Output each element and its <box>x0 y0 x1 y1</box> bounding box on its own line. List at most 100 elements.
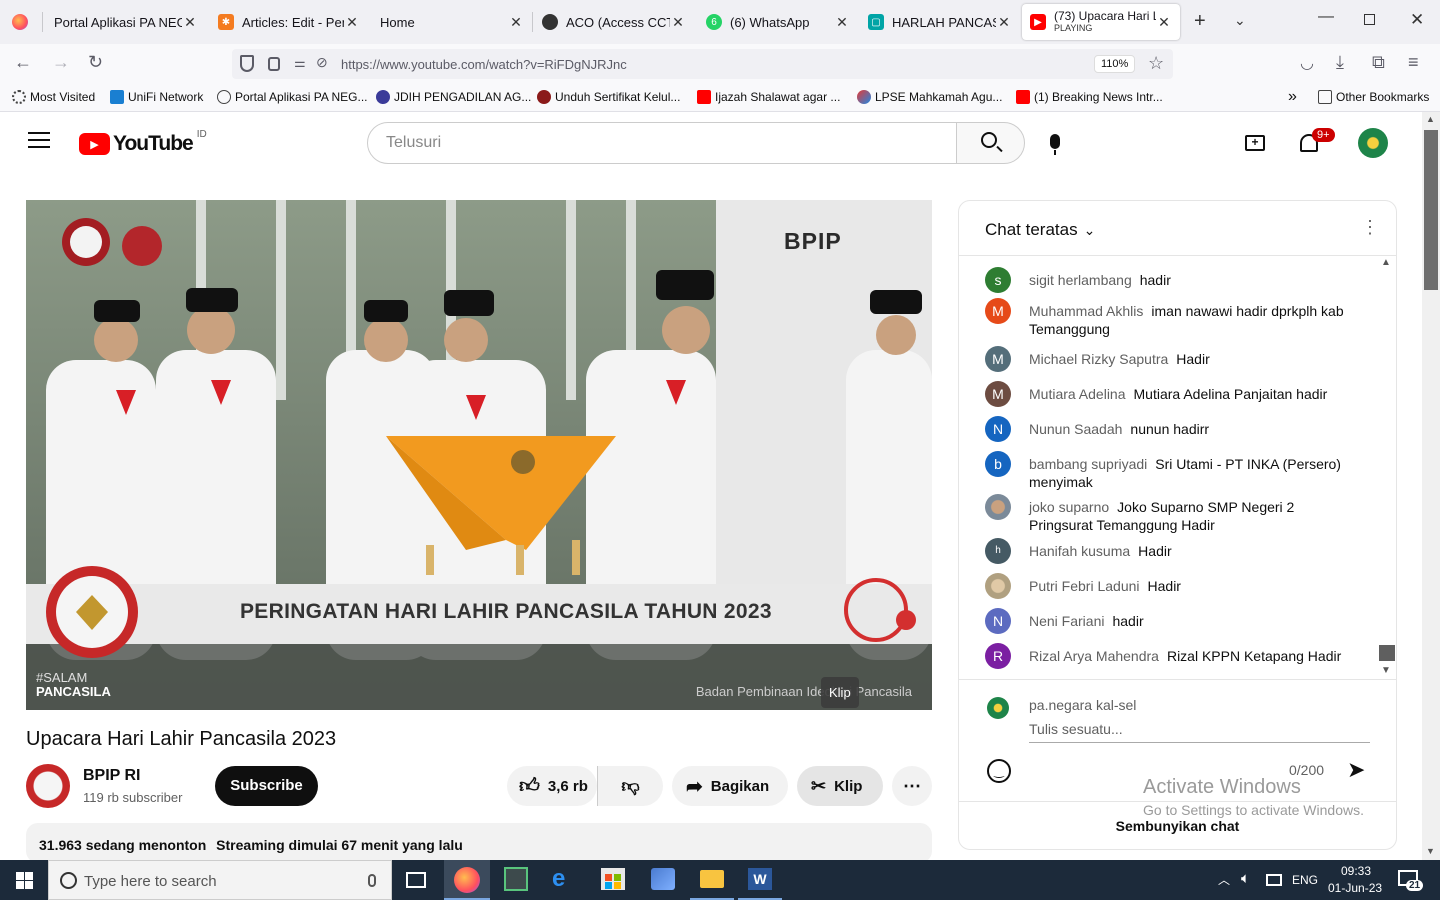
close-icon[interactable]: ✕ <box>996 14 1012 31</box>
close-icon[interactable]: ✕ <box>670 14 686 31</box>
reload-icon[interactable]: ↻ <box>88 52 103 73</box>
create-video-icon[interactable]: + <box>1245 135 1265 151</box>
bookmark-unifi[interactable]: UniFi Network <box>110 90 203 104</box>
channel-avatar[interactable] <box>26 764 70 808</box>
network-icon[interactable] <box>1266 874 1282 886</box>
close-icon[interactable]: ✕ <box>182 14 198 31</box>
lock-icon[interactable] <box>268 57 280 71</box>
send-icon[interactable]: ➤ <box>1347 757 1365 783</box>
taskbar-word[interactable]: W <box>738 860 782 900</box>
close-icon[interactable]: ✕ <box>344 14 360 31</box>
show-hidden-icons-chevron[interactable]: ︿ <box>1218 871 1230 888</box>
taskbar-firefox-active[interactable] <box>444 860 490 900</box>
close-icon[interactable]: ✕ <box>1156 14 1172 31</box>
close-icon[interactable]: ✕ <box>834 14 850 31</box>
bookmark-breaking-news[interactable]: (1) Breaking News Intr... <box>1016 90 1163 104</box>
search-input[interactable]: Telusuri <box>367 122 957 164</box>
tab-aco-cctv[interactable]: ACO (Access CCTV ✕ <box>534 4 694 40</box>
extensions-icon[interactable]: ⧉ <box>1372 52 1385 73</box>
like-button[interactable]: 👍︎ 3,6 rb <box>507 766 597 806</box>
taskbar-explorer[interactable] <box>690 860 734 900</box>
network-app-icon[interactable] <box>651 868 675 890</box>
youtube-logo[interactable]: ▶ YouTube ID <box>79 129 207 156</box>
zoom-level-badge[interactable]: 110% <box>1094 55 1136 73</box>
taskbar-search-box[interactable]: Type here to search <box>48 860 392 900</box>
browser-tab-bar: Portal Aplikasi PA NEGARA ✕ ✱ Articles: … <box>0 0 1440 44</box>
volume-icon[interactable]: 🔈︎ <box>1241 870 1250 887</box>
other-bookmarks[interactable]: Other Bookmarks <box>1318 90 1429 104</box>
bookmark-portal-aplikasi[interactable]: Portal Aplikasi PA NEG... <box>217 90 368 104</box>
list-tabs-chevron-icon[interactable]: ⌄ <box>1234 12 1246 29</box>
more-bookmarks-chevron-icon[interactable]: » <box>1288 88 1297 106</box>
bookmark-unduh-sertifikat[interactable]: Unduh Sertifikat Kelul... <box>537 90 680 104</box>
subscribe-button[interactable]: Subscribe <box>215 766 318 806</box>
chat-message: R Rizal Arya Mahendra Rizal KPPN Ketapang… <box>985 643 1355 669</box>
bookmark-most-visited[interactable]: Most Visited <box>12 90 95 104</box>
folder-icon <box>700 870 724 888</box>
bookmark-ijazah-shalawat[interactable]: Ijazah Shalawat agar ... <box>697 90 840 104</box>
sublime-text-icon[interactable] <box>504 867 528 891</box>
permissions-icon[interactable]: ⚌ <box>294 55 306 71</box>
dislike-button[interactable]: 👎︎ <box>597 766 663 806</box>
avatar[interactable] <box>1358 128 1388 158</box>
url-bar[interactable]: ⚌ ⊘ https://www.youtube.com/watch?v=RiFD… <box>232 49 1173 79</box>
hide-chat-button[interactable]: Sembunyikan chat <box>959 818 1396 834</box>
chat-message: b bambang supriyadi Sri Utami - PT INKA (… <box>985 451 1355 491</box>
tab-portal-aplikasi[interactable]: Portal Aplikasi PA NEGARA ✕ <box>46 4 206 40</box>
chat-scroll-thumb[interactable] <box>1379 645 1395 661</box>
more-actions-button[interactable]: ⋯ <box>892 766 932 806</box>
bookmark-lpse[interactable]: LPSE Mahkamah Agu... <box>857 90 1002 104</box>
bookmark-star-icon[interactable]: ☆ <box>1148 53 1164 74</box>
restore-icon[interactable] <box>1364 14 1375 25</box>
pocket-icon[interactable]: ◡ <box>1300 53 1314 73</box>
my-avatar <box>987 697 1009 719</box>
microphone-icon[interactable] <box>1050 134 1060 149</box>
tab-upacara-active[interactable]: ▶ (73) Upacara Hari Lahir PLAYING ✕ <box>1022 4 1180 40</box>
emoji-icon[interactable]: ‿ <box>987 759 1011 783</box>
shield-icon[interactable] <box>240 55 254 72</box>
scroll-up-icon[interactable]: ▲ <box>1426 114 1435 124</box>
url-text[interactable]: https://www.youtube.com/watch?v=RiFDgNJR… <box>341 57 627 72</box>
chat-more-vertical-icon[interactable]: ⋮ <box>1361 217 1379 238</box>
page-scrollbar[interactable]: ▲ ▼ <box>1422 112 1440 860</box>
scroll-down-icon[interactable]: ▼ <box>1426 846 1435 856</box>
chat-scroll-up-icon[interactable]: ▲ <box>1381 257 1391 268</box>
chat-scroll-down-icon[interactable]: ▼ <box>1381 665 1391 676</box>
close-window-icon[interactable]: ✕ <box>1410 10 1424 30</box>
youtube-icon <box>697 90 711 104</box>
share-button[interactable]: ➦ Bagikan <box>672 766 788 806</box>
scroll-thumb[interactable] <box>1424 130 1438 290</box>
chat-header[interactable]: Chat teratas ⌄ <box>985 220 1095 240</box>
chat-input[interactable]: Tulis sesuatu... <box>1029 721 1370 743</box>
microphone-icon[interactable] <box>368 874 376 887</box>
tab-whatsapp[interactable]: 6 (6) WhatsApp ✕ <box>698 4 858 40</box>
new-tab-plus-icon[interactable]: + <box>1194 10 1206 33</box>
clock-date[interactable]: 01-Jun-23 <box>1328 881 1382 895</box>
app-menu-icon[interactable]: ≡ <box>1408 52 1419 73</box>
clock-time[interactable]: 09:33 <box>1341 864 1371 878</box>
clip-button[interactable]: ✂ Klip <box>797 766 883 806</box>
close-icon[interactable]: ✕ <box>508 14 524 31</box>
search-button[interactable] <box>956 122 1025 164</box>
task-view-icon[interactable] <box>406 872 426 888</box>
hamburger-menu-icon[interactable] <box>28 132 50 148</box>
language-indicator[interactable]: ENG <box>1292 873 1318 887</box>
windows-start-icon[interactable] <box>16 872 33 889</box>
minimize-icon[interactable]: — <box>1318 8 1334 26</box>
sertifikat-icon <box>537 90 551 104</box>
chat-avatar: s <box>985 267 1011 293</box>
description-box[interactable]: 31.963 sedang menonton Streaming dimulai… <box>26 823 932 863</box>
video-player[interactable]: BPIP PERINGATAN HARI LAHIR PANCASILA TAH… <box>26 200 932 710</box>
edge-icon[interactable]: e <box>552 865 565 893</box>
back-arrow-icon[interactable]: ← <box>14 52 32 73</box>
bookmark-jdih[interactable]: JDIH PENGADILAN AG... <box>376 90 531 104</box>
channel-name[interactable]: BPIP RI <box>83 767 141 785</box>
camera-blocked-icon[interactable]: ⊘ <box>316 54 328 71</box>
tab-articles-edit[interactable]: ✱ Articles: Edit - Pengadilan ✕ <box>210 4 368 40</box>
downloads-icon[interactable]: ⤓ <box>1336 52 1344 73</box>
forward-arrow-icon[interactable]: → <box>52 52 70 73</box>
store-icon[interactable] <box>601 868 625 890</box>
tab-home[interactable]: Home ✕ <box>372 4 532 40</box>
tab-harlah-pancasila[interactable]: ▢ HARLAH PANCASILA ✕ <box>860 4 1020 40</box>
firefox-menu-icon[interactable] <box>12 14 28 30</box>
